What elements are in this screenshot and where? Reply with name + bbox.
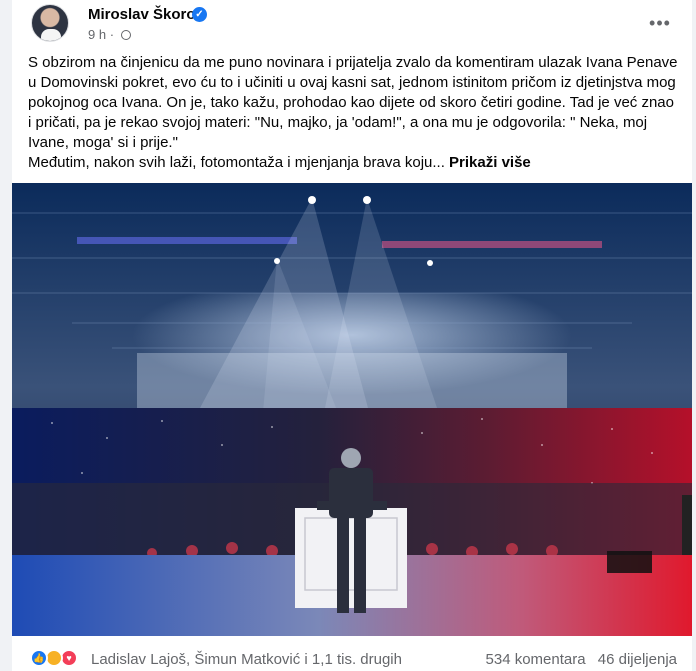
author-avatar[interactable] (31, 4, 69, 42)
post-body-truncated: Međutim, nakon svih laži, fotomontaža i … (28, 154, 445, 171)
post-time[interactable]: 9 h (88, 27, 106, 42)
post-photo[interactable] (12, 183, 692, 636)
author-name[interactable]: Miroslav Škoro (88, 6, 196, 23)
verified-badge-icon: ✓ (192, 7, 207, 22)
globe-icon[interactable] (120, 30, 131, 40)
see-more-link[interactable]: Prikaži više (449, 154, 531, 171)
reactors-summary[interactable]: Ladislav Lajoš, Šimun Matković i 1,1 tis… (91, 651, 402, 668)
stage-photo-image (12, 183, 692, 636)
more-options-icon[interactable]: ••• (645, 10, 675, 40)
post-text: S obzirom na činjenicu da me puno novina… (28, 53, 680, 173)
meta-separator: · (109, 27, 115, 42)
post-footer: 👍 ♥ Ladislav Lajoš, Šimun Matković i 1,1… (12, 636, 692, 671)
like-reaction-icon[interactable]: 👍 (30, 649, 48, 667)
comments-count[interactable]: 534 komentara (486, 651, 586, 668)
post-header: Miroslav Škoro ✓ 9 h · ••• (12, 0, 692, 52)
post-meta: 9 h · (88, 27, 131, 42)
shares-count[interactable]: 46 dijeljenja (598, 651, 677, 668)
engagement-counts: 534 komentara 46 dijeljenja (478, 651, 677, 668)
facebook-post: Miroslav Škoro ✓ 9 h · ••• S obzirom na … (12, 0, 692, 671)
post-body: S obzirom na činjenicu da me puno novina… (28, 54, 678, 151)
